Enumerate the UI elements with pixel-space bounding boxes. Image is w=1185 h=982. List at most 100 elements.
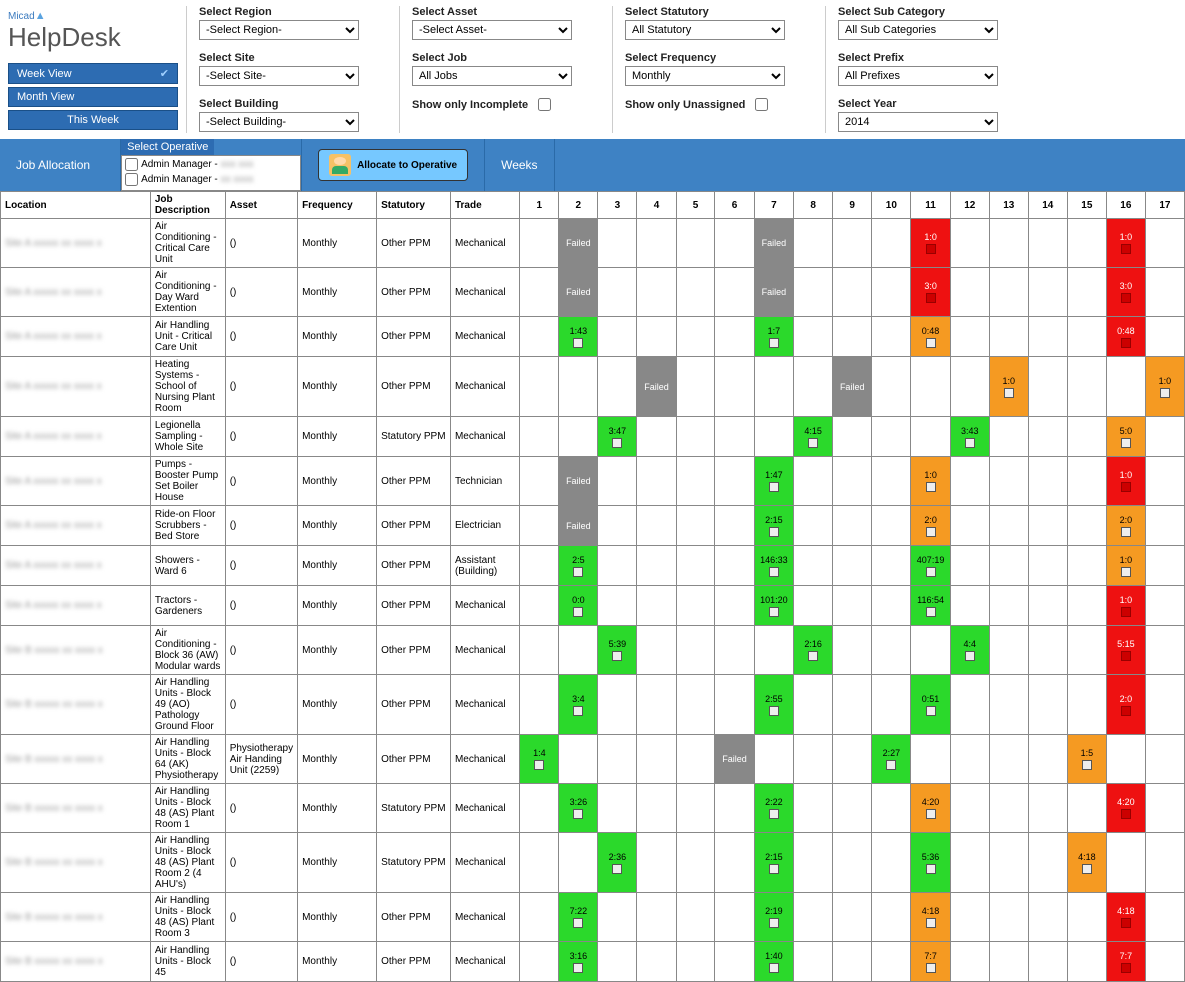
cell-checkbox[interactable] <box>1121 438 1131 448</box>
cell-checkbox[interactable] <box>612 438 622 448</box>
cell-checkbox[interactable] <box>1160 388 1170 398</box>
week-cell[interactable]: 1:0 <box>989 357 1028 417</box>
select-region[interactable]: -Select Region- <box>199 20 359 40</box>
status-badge[interactable]: Failed <box>637 357 675 416</box>
week-cell[interactable]: 4:20 <box>911 784 950 833</box>
status-badge[interactable]: 3:47 <box>598 417 636 456</box>
status-badge[interactable]: 1:0 <box>1107 546 1145 585</box>
status-badge[interactable]: 2:19 <box>755 893 793 941</box>
cell-checkbox[interactable] <box>926 244 936 254</box>
status-badge[interactable]: 2:16 <box>794 626 832 674</box>
week-view-button[interactable]: Week View✔ <box>8 63 178 84</box>
status-badge[interactable]: 2:22 <box>755 784 793 832</box>
cell-checkbox[interactable] <box>926 293 936 303</box>
cell-checkbox[interactable] <box>612 864 622 874</box>
status-badge[interactable]: 1:0 <box>911 457 949 505</box>
status-badge[interactable]: 5:0 <box>1107 417 1145 456</box>
cell-checkbox[interactable] <box>1121 293 1131 303</box>
status-badge[interactable]: 1:0 <box>990 357 1028 416</box>
cell-checkbox[interactable] <box>769 567 779 577</box>
status-badge[interactable]: 3:0 <box>1107 268 1145 316</box>
week-cell[interactable]: 5:0 <box>1106 417 1145 457</box>
status-badge[interactable]: Failed <box>559 457 597 505</box>
status-badge[interactable]: 2:27 <box>872 735 910 783</box>
week-cell[interactable]: 4:18 <box>911 893 950 942</box>
week-cell[interactable]: Failed <box>833 357 872 417</box>
status-badge[interactable]: 1:0 <box>1107 219 1145 267</box>
cell-checkbox[interactable] <box>1121 706 1131 716</box>
cell-checkbox[interactable] <box>573 706 583 716</box>
week-cell[interactable]: Failed <box>559 506 598 546</box>
week-cell[interactable]: 7:22 <box>559 893 598 942</box>
cell-checkbox[interactable] <box>769 963 779 973</box>
cell-checkbox[interactable] <box>573 963 583 973</box>
cell-checkbox[interactable] <box>926 918 936 928</box>
select-building[interactable]: -Select Building- <box>199 112 359 132</box>
cell-checkbox[interactable] <box>769 607 779 617</box>
month-view-button[interactable]: Month View <box>8 87 178 107</box>
status-badge[interactable]: 3:4 <box>559 675 597 734</box>
status-badge[interactable]: 2:15 <box>755 506 793 545</box>
cell-checkbox[interactable] <box>926 864 936 874</box>
status-badge[interactable]: 2:0 <box>911 506 949 545</box>
status-badge[interactable]: 7:22 <box>559 893 597 941</box>
week-cell[interactable]: Failed <box>754 219 793 268</box>
status-badge[interactable]: 3:26 <box>559 784 597 832</box>
status-badge[interactable]: Failed <box>715 735 753 783</box>
cell-checkbox[interactable] <box>1121 338 1131 348</box>
cell-checkbox[interactable] <box>965 651 975 661</box>
week-cell[interactable]: 1:0 <box>1145 357 1184 417</box>
week-cell[interactable]: 3:47 <box>598 417 637 457</box>
cell-checkbox[interactable] <box>573 607 583 617</box>
status-badge[interactable]: 4:18 <box>911 893 949 941</box>
operative-checkbox[interactable] <box>125 173 138 186</box>
week-cell[interactable]: 2:55 <box>754 675 793 735</box>
week-cell[interactable]: 1:5 <box>1067 735 1106 784</box>
week-cell[interactable]: 2:19 <box>754 893 793 942</box>
week-cell[interactable]: 0:48 <box>1106 317 1145 357</box>
status-badge[interactable]: 3:43 <box>951 417 989 456</box>
status-badge[interactable]: 2:55 <box>755 675 793 734</box>
week-cell[interactable]: 3:16 <box>559 942 598 982</box>
status-badge[interactable]: 0:51 <box>911 675 949 734</box>
week-cell[interactable]: 1:7 <box>754 317 793 357</box>
status-badge[interactable]: 4:18 <box>1107 893 1145 941</box>
select-site[interactable]: -Select Site- <box>199 66 359 86</box>
select-statutory[interactable]: All Statutory <box>625 20 785 40</box>
week-cell[interactable]: 0:48 <box>911 317 950 357</box>
cell-checkbox[interactable] <box>1121 651 1131 661</box>
select-prefix[interactable]: All Prefixes <box>838 66 998 86</box>
status-badge[interactable]: 1:4 <box>520 735 558 783</box>
week-cell[interactable]: 2:22 <box>754 784 793 833</box>
cell-checkbox[interactable] <box>1004 388 1014 398</box>
week-cell[interactable]: 4:4 <box>950 626 989 675</box>
week-cell[interactable]: 2:5 <box>559 546 598 586</box>
week-cell[interactable]: 4:20 <box>1106 784 1145 833</box>
cell-checkbox[interactable] <box>1121 567 1131 577</box>
status-badge[interactable]: 1:40 <box>755 942 793 981</box>
status-badge[interactable]: Failed <box>559 506 597 545</box>
cell-checkbox[interactable] <box>1121 963 1131 973</box>
week-cell[interactable]: 5:36 <box>911 833 950 893</box>
status-badge[interactable]: 1:0 <box>1107 457 1145 505</box>
week-cell[interactable]: 7:7 <box>911 942 950 982</box>
cell-checkbox[interactable] <box>926 527 936 537</box>
week-cell[interactable]: 3:0 <box>911 268 950 317</box>
cell-checkbox[interactable] <box>926 706 936 716</box>
week-cell[interactable]: Failed <box>559 457 598 506</box>
week-cell[interactable]: 4:15 <box>794 417 833 457</box>
status-badge[interactable]: 0:0 <box>559 586 597 625</box>
cell-checkbox[interactable] <box>769 706 779 716</box>
status-badge[interactable]: Failed <box>755 219 793 267</box>
status-badge[interactable]: 4:18 <box>1068 833 1106 892</box>
week-cell[interactable]: 1:43 <box>559 317 598 357</box>
week-cell[interactable]: 4:18 <box>1106 893 1145 942</box>
week-cell[interactable]: 1:47 <box>754 457 793 506</box>
cell-checkbox[interactable] <box>573 809 583 819</box>
week-cell[interactable]: 1:0 <box>1106 457 1145 506</box>
week-cell[interactable]: 1:0 <box>911 219 950 268</box>
status-badge[interactable]: 4:20 <box>1107 784 1145 832</box>
week-cell[interactable]: 2:0 <box>1106 506 1145 546</box>
week-cell[interactable]: 2:0 <box>1106 675 1145 735</box>
cell-checkbox[interactable] <box>808 438 818 448</box>
